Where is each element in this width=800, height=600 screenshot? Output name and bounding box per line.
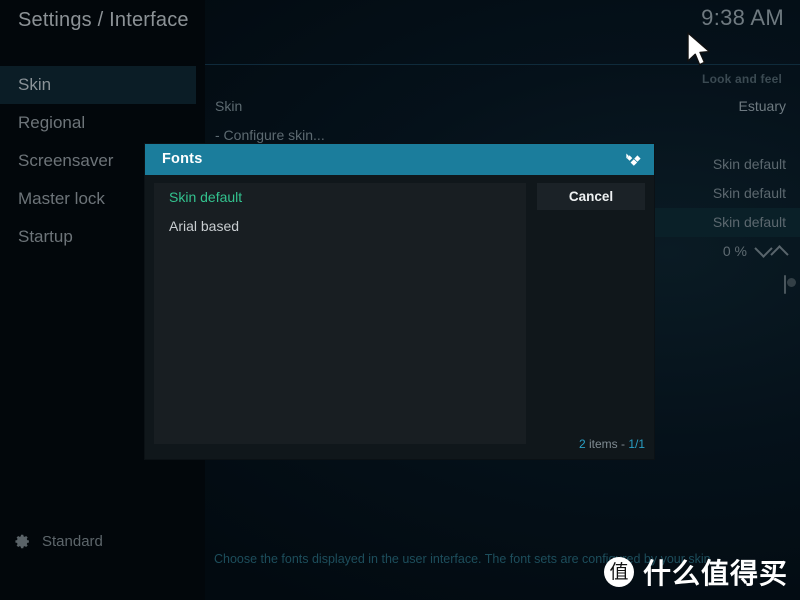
- settings-level-label: Standard: [42, 533, 103, 550]
- list-item-label: Skin default: [169, 189, 242, 205]
- dialog-title: Fonts: [162, 144, 202, 175]
- clock: 9:38 AM: [701, 5, 784, 31]
- kodi-settings-screen: Settings / Interface 9:38 AM Skin Region…: [0, 0, 800, 600]
- chevron-down-icon[interactable]: [754, 239, 772, 257]
- setting-row-skin[interactable]: Skin Estuary: [205, 92, 800, 121]
- list-item-label: Arial based: [169, 218, 239, 234]
- setting-value: Skin default: [713, 179, 786, 208]
- dialog-body: Skin default Arial based Cancel 2 items …: [145, 175, 654, 459]
- list-item[interactable]: Skin default: [154, 183, 526, 212]
- gear-icon: [14, 533, 31, 550]
- toggle-switch-off[interactable]: [784, 275, 786, 294]
- kodi-logo-icon: [623, 150, 643, 170]
- sidebar-item-skin[interactable]: Skin: [0, 66, 196, 104]
- setting-label: Skin: [215, 92, 242, 121]
- dialog-title-bar: Fonts: [145, 144, 654, 175]
- toggle-knob: [787, 278, 796, 287]
- sidebar-item-regional[interactable]: Regional: [0, 104, 196, 142]
- stepper-arrows[interactable]: [757, 245, 786, 258]
- item-count-page: 1/1: [628, 437, 645, 451]
- sidebar-item-label: Master lock: [18, 189, 105, 208]
- chevron-up-icon[interactable]: [770, 245, 788, 263]
- item-count-separator: items -: [586, 437, 629, 451]
- setting-toggle[interactable]: [784, 270, 786, 299]
- list-item[interactable]: Arial based: [154, 212, 526, 241]
- settings-level-selector[interactable]: Standard: [14, 533, 103, 550]
- header: Settings / Interface 9:38 AM: [0, 0, 800, 65]
- fonts-list[interactable]: Skin default Arial based: [154, 183, 526, 444]
- header-divider: [205, 64, 800, 65]
- zoom-stepper[interactable]: 0 %: [723, 237, 786, 266]
- item-count-total: 2: [579, 437, 586, 451]
- sidebar-item-label: Startup: [18, 227, 73, 246]
- setting-value: Skin default: [713, 150, 786, 179]
- sidebar-item-label: Screensaver: [18, 151, 113, 170]
- sidebar-item-label: Skin: [18, 75, 51, 94]
- cancel-button[interactable]: Cancel: [537, 183, 645, 210]
- item-count: 2 items - 1/1: [579, 437, 645, 451]
- page-title: Settings / Interface: [18, 9, 189, 32]
- settings-group-label: Look and feel: [205, 66, 800, 92]
- zoom-value: 0 %: [723, 237, 747, 266]
- sidebar-item-label: Regional: [18, 113, 85, 132]
- setting-value: Skin default: [713, 208, 786, 237]
- fonts-dialog: Fonts Skin default Arial based: [145, 144, 654, 459]
- help-description: Choose the fonts displayed in the user i…: [214, 552, 792, 566]
- dialog-actions: Cancel: [537, 183, 645, 210]
- setting-value: Estuary: [739, 92, 786, 121]
